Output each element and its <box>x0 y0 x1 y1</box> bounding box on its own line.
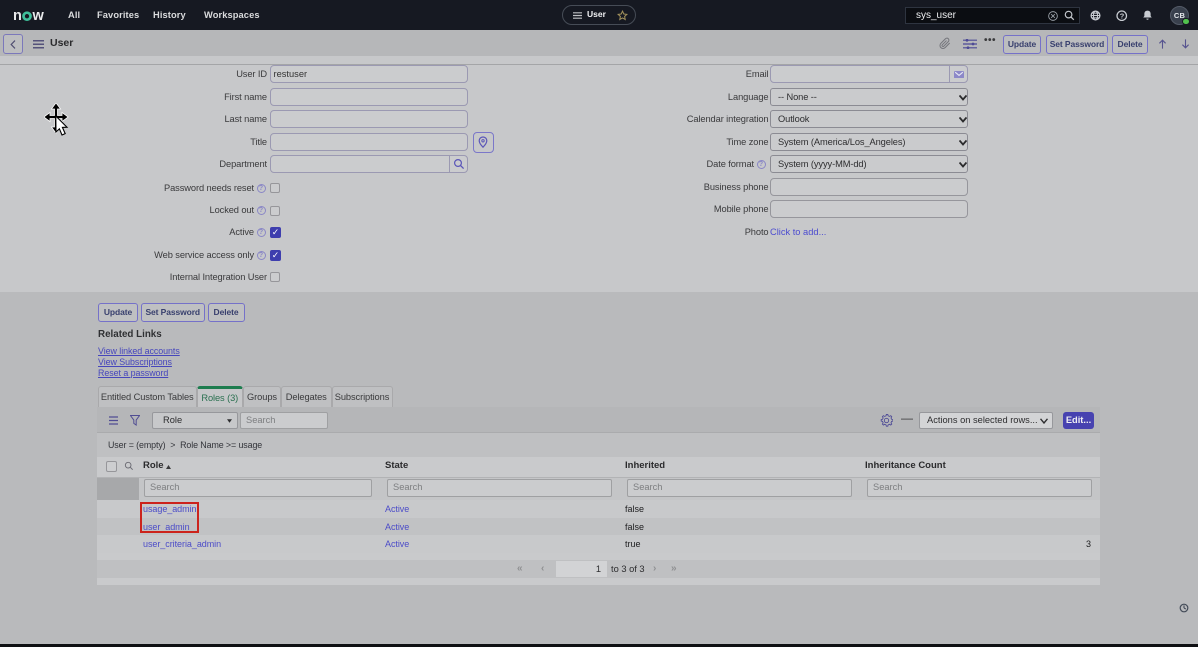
svg-text:?: ? <box>1120 11 1125 20</box>
svg-text:w: w <box>32 8 45 23</box>
svg-text:n: n <box>13 8 22 23</box>
